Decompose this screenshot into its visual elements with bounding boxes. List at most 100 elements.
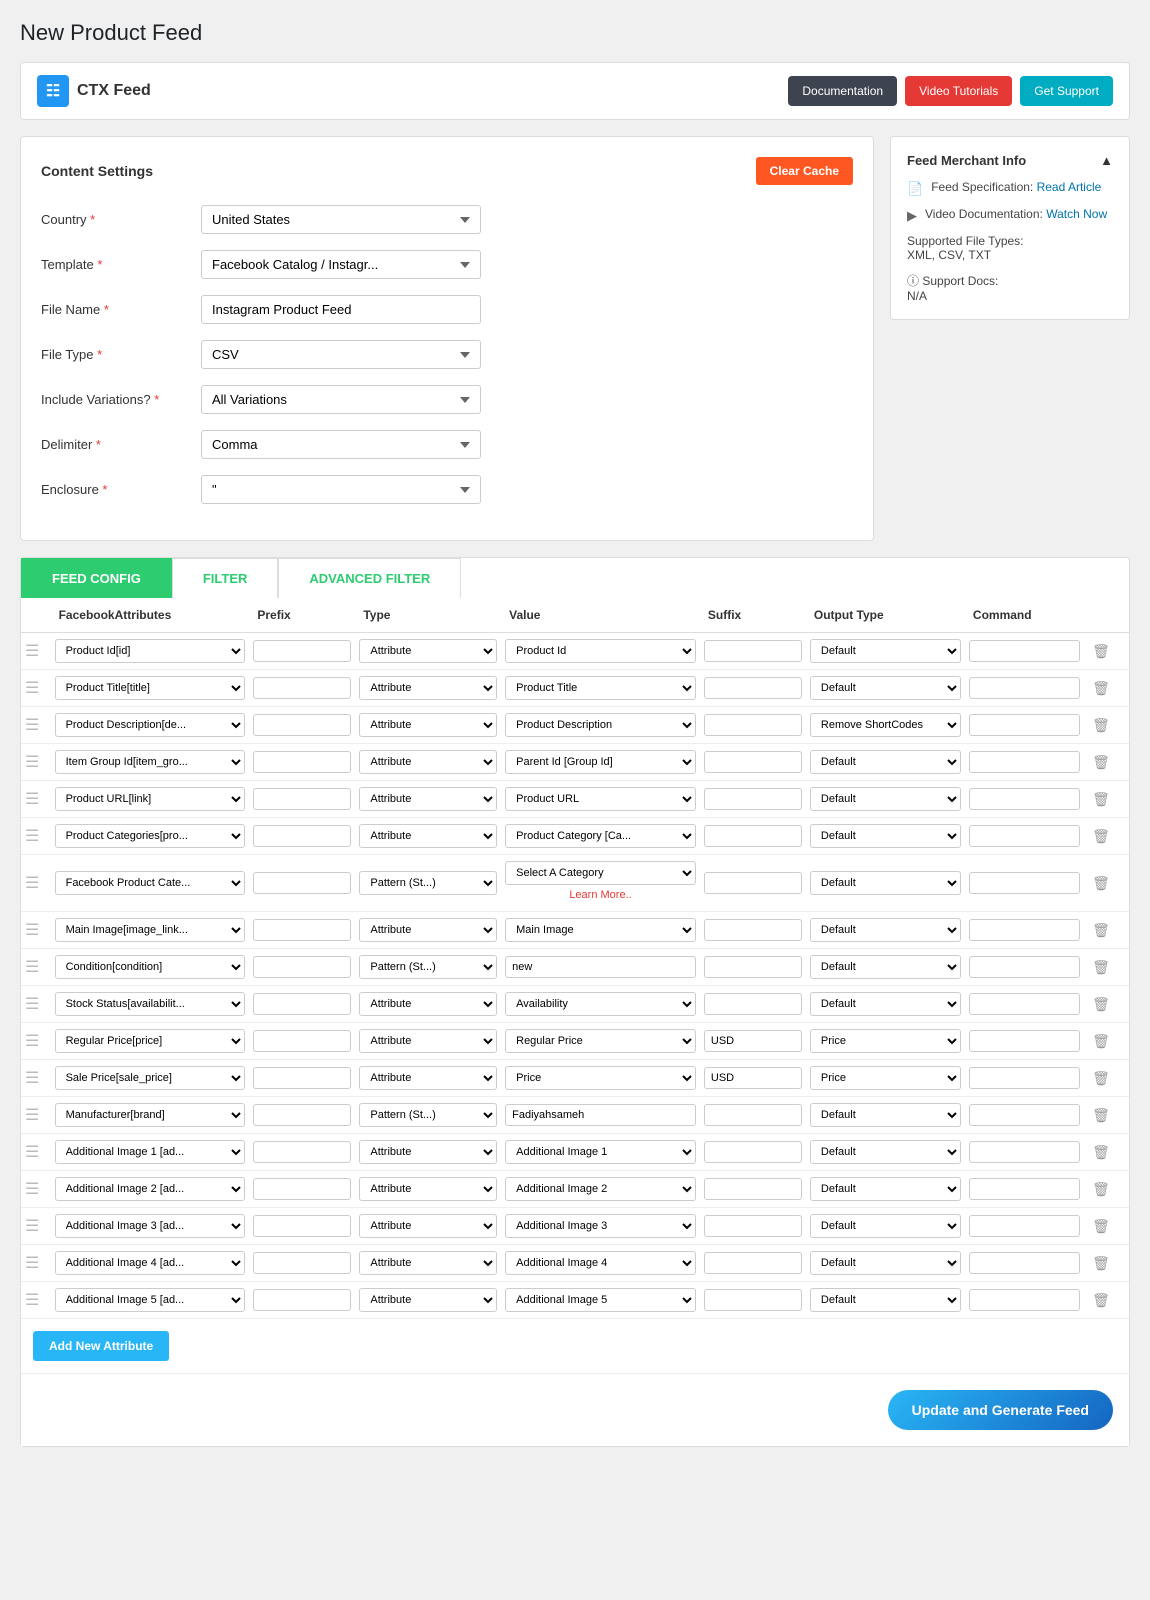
attr-select-1[interactable]: Product Title[title] <box>55 676 246 700</box>
value-select-1[interactable]: Product Title <box>505 676 696 700</box>
type-select-5[interactable]: Attribute <box>359 824 497 848</box>
command-input-7[interactable] <box>969 919 1080 941</box>
value-select-14[interactable]: Additional Image 2 <box>505 1177 696 1201</box>
get-support-button[interactable]: Get Support <box>1020 76 1113 106</box>
drag-handle[interactable]: ☰ <box>25 1033 39 1050</box>
output-select-7[interactable]: Default <box>810 918 961 942</box>
collapse-icon[interactable]: ▲ <box>1100 153 1113 168</box>
documentation-button[interactable]: Documentation <box>788 76 897 106</box>
type-select-1[interactable]: Attribute <box>359 676 497 700</box>
attr-select-6[interactable]: Facebook Product Cate... <box>55 871 246 895</box>
watch-now-link[interactable]: Watch Now <box>1046 207 1107 221</box>
suffix-input-0[interactable] <box>704 640 802 662</box>
prefix-input-11[interactable] <box>253 1067 351 1089</box>
tab-advanced-filter[interactable]: ADVANCED FILTER <box>278 558 461 598</box>
type-select-16[interactable]: Attribute <box>359 1251 497 1275</box>
suffix-input-13[interactable] <box>704 1141 802 1163</box>
prefix-input-5[interactable] <box>253 825 351 847</box>
delete-row-button-1[interactable]: 🗑 <box>1088 678 1114 699</box>
type-select-15[interactable]: Attribute <box>359 1214 497 1238</box>
type-select-12[interactable]: Pattern (St...) <box>359 1103 497 1127</box>
value-select-17[interactable]: Additional Image 5 <box>505 1288 696 1312</box>
drag-handle[interactable]: ☰ <box>25 996 39 1013</box>
value-select-2[interactable]: Product Description <box>505 713 696 737</box>
value-select-15[interactable]: Additional Image 3 <box>505 1214 696 1238</box>
value-select-7[interactable]: Main Image <box>505 918 696 942</box>
prefix-input-2[interactable] <box>253 714 351 736</box>
drag-handle[interactable]: ☰ <box>25 643 39 660</box>
output-select-16[interactable]: Default <box>810 1251 961 1275</box>
delete-row-button-12[interactable]: 🗑 <box>1088 1105 1114 1126</box>
output-select-1[interactable]: Default <box>810 676 961 700</box>
prefix-input-16[interactable] <box>253 1252 351 1274</box>
suffix-input-14[interactable] <box>704 1178 802 1200</box>
drag-handle[interactable]: ☰ <box>25 959 39 976</box>
prefix-input-14[interactable] <box>253 1178 351 1200</box>
value-input-8[interactable] <box>505 956 696 978</box>
command-input-5[interactable] <box>969 825 1080 847</box>
type-select-14[interactable]: Attribute <box>359 1177 497 1201</box>
command-input-2[interactable] <box>969 714 1080 736</box>
type-select-7[interactable]: Attribute <box>359 918 497 942</box>
value-select-0[interactable]: Product Id <box>505 639 696 663</box>
suffix-input-4[interactable] <box>704 788 802 810</box>
suffix-input-11[interactable] <box>704 1067 802 1089</box>
prefix-input-1[interactable] <box>253 677 351 699</box>
delete-row-button-7[interactable]: 🗑 <box>1088 920 1114 941</box>
attr-select-5[interactable]: Product Categories[pro... <box>55 824 246 848</box>
output-select-14[interactable]: Default <box>810 1177 961 1201</box>
delete-row-button-5[interactable]: 🗑 <box>1088 826 1114 847</box>
output-select-11[interactable]: Price <box>810 1066 961 1090</box>
suffix-input-12[interactable] <box>704 1104 802 1126</box>
prefix-input-4[interactable] <box>253 788 351 810</box>
prefix-input-7[interactable] <box>253 919 351 941</box>
delete-row-button-0[interactable]: 🗑 <box>1088 641 1114 662</box>
drag-handle[interactable]: ☰ <box>25 1107 39 1124</box>
command-input-10[interactable] <box>969 1030 1080 1052</box>
delete-row-button-14[interactable]: 🗑 <box>1088 1179 1114 1200</box>
output-select-17[interactable]: Default <box>810 1288 961 1312</box>
drag-handle[interactable]: ☰ <box>25 875 39 892</box>
attr-select-0[interactable]: Product Id[id] <box>55 639 246 663</box>
add-new-attribute-button[interactable]: Add New Attribute <box>33 1331 169 1361</box>
delete-row-button-3[interactable]: 🗑 <box>1088 752 1114 773</box>
suffix-input-16[interactable] <box>704 1252 802 1274</box>
drag-handle[interactable]: ☰ <box>25 680 39 697</box>
delimiter-select[interactable]: Comma <box>201 430 481 459</box>
drag-handle[interactable]: ☰ <box>25 717 39 734</box>
delete-row-button-8[interactable]: 🗑 <box>1088 957 1114 978</box>
delete-row-button-15[interactable]: 🗑 <box>1088 1216 1114 1237</box>
attr-select-2[interactable]: Product Description[de... <box>55 713 246 737</box>
command-input-14[interactable] <box>969 1178 1080 1200</box>
type-select-6[interactable]: Pattern (St...) <box>359 871 497 895</box>
output-select-12[interactable]: Default <box>810 1103 961 1127</box>
delete-row-button-13[interactable]: 🗑 <box>1088 1142 1114 1163</box>
type-select-11[interactable]: Attribute <box>359 1066 497 1090</box>
suffix-input-10[interactable] <box>704 1030 802 1052</box>
tab-filter[interactable]: FILTER <box>172 558 279 598</box>
update-generate-button[interactable]: Update and Generate Feed <box>888 1390 1113 1430</box>
drag-handle[interactable]: ☰ <box>25 1181 39 1198</box>
type-select-8[interactable]: Pattern (St...) <box>359 955 497 979</box>
command-input-17[interactable] <box>969 1289 1080 1311</box>
value-select-11[interactable]: Price <box>505 1066 696 1090</box>
command-input-0[interactable] <box>969 640 1080 662</box>
read-article-link[interactable]: Read Article <box>1037 180 1102 194</box>
prefix-input-8[interactable] <box>253 956 351 978</box>
attr-select-15[interactable]: Additional Image 3 [ad... <box>55 1214 246 1238</box>
delete-row-button-9[interactable]: 🗑 <box>1088 994 1114 1015</box>
attr-select-7[interactable]: Main Image[image_link... <box>55 918 246 942</box>
type-select-9[interactable]: Attribute <box>359 992 497 1016</box>
prefix-input-9[interactable] <box>253 993 351 1015</box>
attr-select-17[interactable]: Additional Image 5 [ad... <box>55 1288 246 1312</box>
attr-select-4[interactable]: Product URL[link] <box>55 787 246 811</box>
filename-input[interactable] <box>201 295 481 324</box>
command-input-9[interactable] <box>969 993 1080 1015</box>
delete-row-button-16[interactable]: 🗑 <box>1088 1253 1114 1274</box>
delete-row-button-6[interactable]: 🗑 <box>1088 873 1114 894</box>
suffix-input-15[interactable] <box>704 1215 802 1237</box>
value-select-5[interactable]: Product Category [Ca... <box>505 824 696 848</box>
output-select-5[interactable]: Default <box>810 824 961 848</box>
drag-handle[interactable]: ☰ <box>25 791 39 808</box>
drag-handle[interactable]: ☰ <box>25 1144 39 1161</box>
